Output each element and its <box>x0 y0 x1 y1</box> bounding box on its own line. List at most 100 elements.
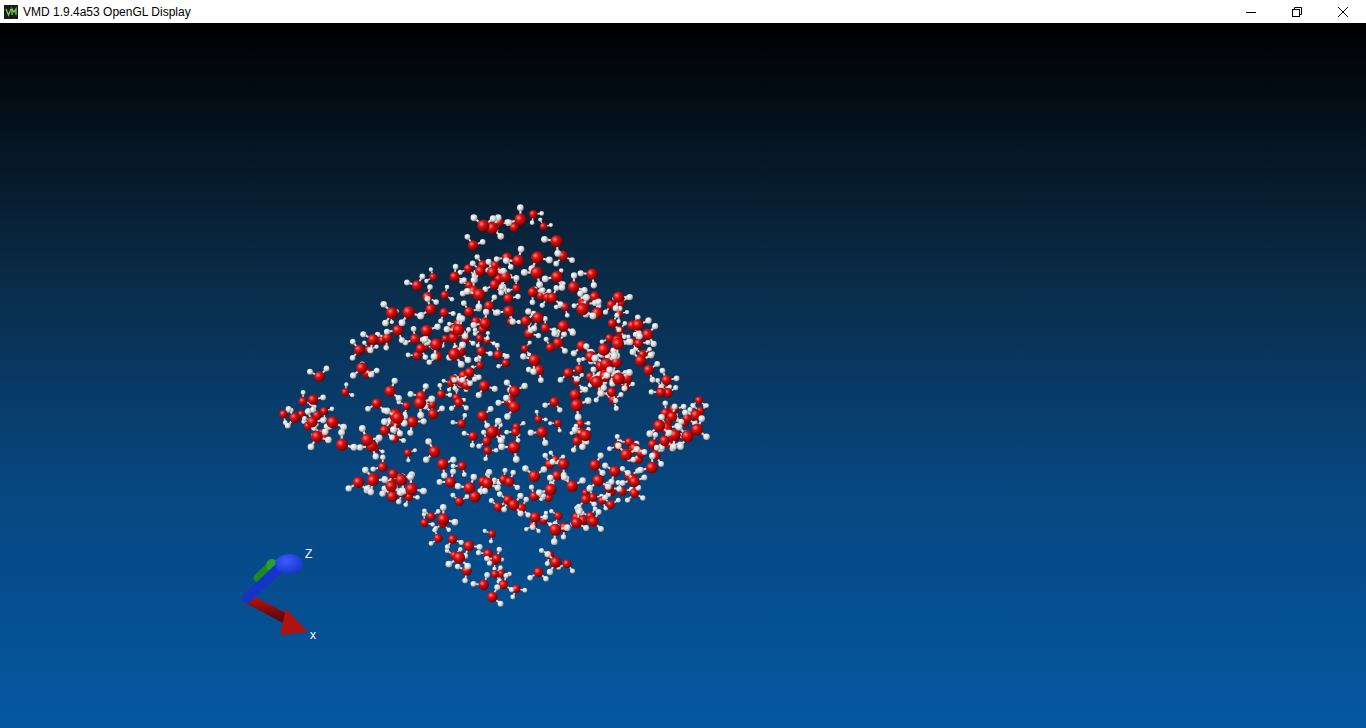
water-molecule <box>471 356 484 370</box>
water-molecule <box>591 372 611 397</box>
water-molecule <box>591 344 617 362</box>
water-molecule <box>407 416 427 436</box>
water-molecule <box>423 404 445 420</box>
water-molecule <box>437 457 457 479</box>
water-molecule <box>437 504 458 526</box>
water-molecule <box>541 235 563 257</box>
water-molecule <box>384 378 402 402</box>
water-molecule <box>450 493 469 506</box>
axes-icon: Zx <box>247 547 316 642</box>
water-molecule <box>521 266 543 288</box>
water-molecule <box>508 493 524 517</box>
water-molecule <box>504 427 520 442</box>
water-molecule <box>308 431 332 451</box>
water-molecule <box>471 309 491 329</box>
water-molecule <box>471 572 490 590</box>
water-molecule <box>526 365 544 383</box>
water-molecule <box>499 573 515 592</box>
close-icon <box>1338 7 1348 17</box>
water-molecule <box>360 331 378 353</box>
water-molecule <box>441 285 455 302</box>
water-molecule <box>493 343 510 360</box>
water-molecule <box>449 398 469 411</box>
water-molecule <box>464 288 485 310</box>
water-molecule <box>576 294 596 319</box>
water-molecule <box>420 512 435 527</box>
water-molecule <box>460 367 482 383</box>
water-molecule <box>530 512 548 530</box>
water-molecule <box>676 424 694 450</box>
water-molecule <box>578 268 598 288</box>
water-molecule <box>499 271 520 290</box>
water-molecule <box>445 552 471 570</box>
water-molecule <box>403 326 420 345</box>
water-molecule <box>462 540 483 559</box>
water-molecule <box>448 342 466 368</box>
water-molecule <box>487 584 504 607</box>
water-molecule <box>534 410 547 423</box>
minimize-button[interactable] <box>1228 0 1274 23</box>
water-molecule <box>549 524 570 545</box>
water-molecule <box>502 286 521 303</box>
water-molecule <box>542 271 565 291</box>
water-molecule <box>545 551 562 575</box>
water-molecule <box>350 362 374 379</box>
water-molecule <box>404 448 417 462</box>
opengl-display[interactable]: Zx <box>0 23 1366 728</box>
water-molecule <box>522 465 547 482</box>
water-molecule <box>660 368 680 385</box>
water-molecule <box>568 272 588 293</box>
water-molecule <box>498 441 520 463</box>
water-molecule <box>542 397 562 413</box>
water-molecule <box>455 474 477 494</box>
water-molecule <box>505 470 521 491</box>
vmd-window: VMD 1.9.4a53 OpenGL Display Zx <box>0 0 1366 728</box>
water-molecule <box>572 426 592 450</box>
water-molecule <box>632 317 652 339</box>
water-molecule <box>483 446 498 461</box>
water-molecule <box>606 367 632 386</box>
water-molecule <box>571 509 589 531</box>
water-molecule <box>465 234 486 250</box>
water-molecule <box>553 251 575 267</box>
close-button[interactable] <box>1320 0 1366 23</box>
water-molecule <box>637 453 658 474</box>
water-molecule <box>548 419 562 432</box>
water-molecule <box>446 346 471 364</box>
water-molecule <box>341 382 354 397</box>
water-molecule <box>642 323 658 347</box>
water-molecule <box>380 301 398 326</box>
water-molecule <box>476 334 490 348</box>
water-molecule <box>527 567 548 582</box>
water-molecule <box>367 474 388 495</box>
water-molecule <box>305 409 326 428</box>
water-molecule <box>285 406 300 429</box>
water-molecule <box>615 443 640 461</box>
water-molecule <box>450 315 469 339</box>
water-molecule <box>529 485 546 501</box>
window-title: VMD 1.9.4a53 OpenGL Display <box>23 5 1228 19</box>
water-molecule <box>405 473 427 495</box>
title-bar[interactable]: VMD 1.9.4a53 OpenGL Display <box>0 0 1366 23</box>
water-molecule <box>615 309 629 323</box>
water-molecule <box>630 349 655 367</box>
water-molecule <box>536 474 557 496</box>
window-controls <box>1228 0 1366 23</box>
water-molecule <box>503 395 520 420</box>
water-molecule <box>551 320 576 337</box>
water-molecule <box>477 406 494 429</box>
water-molecule <box>503 246 525 267</box>
water-molecule <box>529 210 544 225</box>
water-molecule <box>602 463 620 485</box>
water-molecule <box>571 397 592 421</box>
water-molecule <box>573 373 585 391</box>
water-molecule <box>504 379 528 396</box>
water-molecule <box>429 528 443 546</box>
water-molecule <box>586 474 611 491</box>
water-molecule <box>462 431 478 448</box>
water-molecule <box>528 427 549 447</box>
water-molecule <box>437 383 453 399</box>
water-molecule <box>384 408 404 434</box>
restore-button[interactable] <box>1274 0 1320 23</box>
minimize-icon <box>1246 7 1256 17</box>
